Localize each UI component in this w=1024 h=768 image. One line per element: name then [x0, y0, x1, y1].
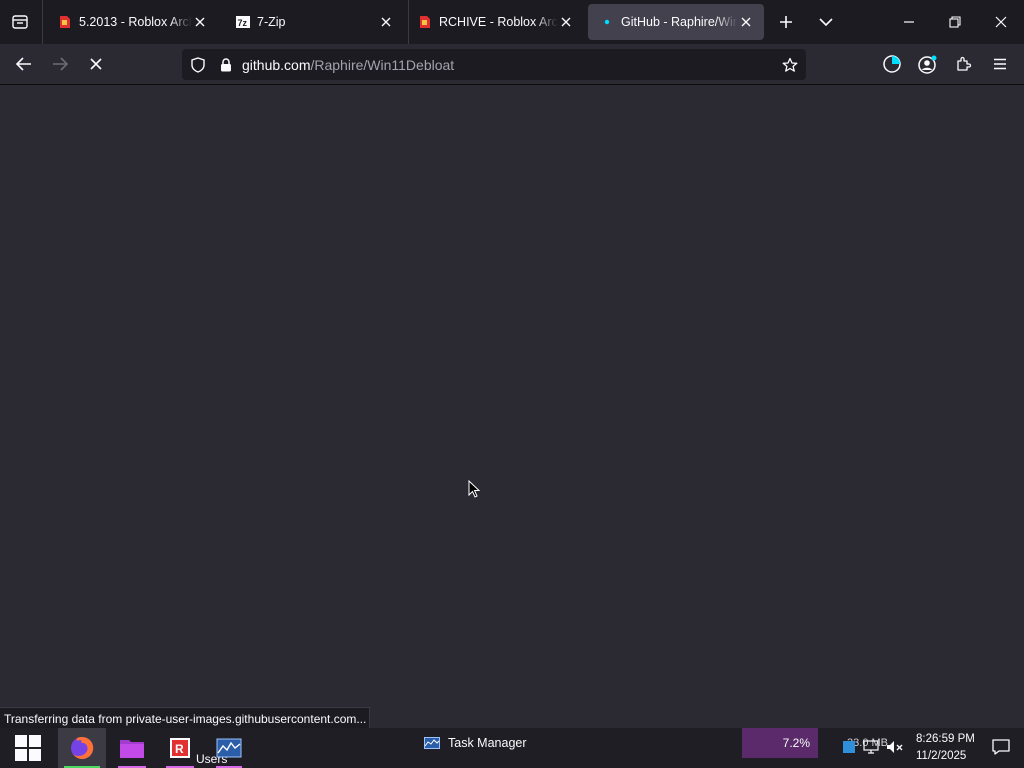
navigation-toolbar: github.com/Raphire/Win11Debloat: [0, 44, 1024, 85]
forward-button[interactable]: [44, 48, 76, 80]
system-clock[interactable]: 8:26:59 PM 11/2/2025: [912, 728, 992, 768]
arrow-left-icon: [16, 57, 31, 71]
taskbar-task-manager-button[interactable]: [210, 728, 248, 768]
svg-text:R: R: [175, 742, 184, 756]
taskbar-firefox-button[interactable]: [58, 728, 106, 768]
page-content-area[interactable]: [0, 86, 1024, 728]
cpu-usage-cell: 7.2%: [742, 728, 818, 758]
stop-icon: [90, 58, 102, 70]
url-host: github.com: [242, 56, 311, 73]
notification-center-button[interactable]: [990, 736, 1012, 758]
notification-icon: [992, 739, 1010, 755]
shield-icon[interactable]: [188, 55, 208, 75]
close-window-button[interactable]: [978, 0, 1024, 44]
roblox-icon: R: [170, 738, 190, 758]
chevron-down-icon: [819, 18, 833, 27]
hamburger-menu-icon: [994, 58, 1006, 70]
account-icon: [918, 55, 937, 74]
status-panel: Transferring data from private-user-imag…: [0, 707, 370, 729]
puzzle-piece-icon: [957, 56, 972, 71]
tab-strip: 5.2013 - Roblox Archive 7z 7-Zip RCHIVE …: [0, 0, 1024, 44]
bookmark-star-icon[interactable]: [780, 55, 800, 75]
close-tab-icon[interactable]: [558, 14, 574, 30]
restore-icon: [949, 16, 961, 28]
restore-button[interactable]: [932, 0, 978, 44]
tab-7zip[interactable]: 7z 7-Zip: [224, 4, 404, 40]
account-button[interactable]: [912, 48, 944, 80]
tab-rchive[interactable]: RCHIVE - Roblox Archive: [406, 4, 584, 40]
loading-dot-icon: [600, 15, 614, 29]
back-button[interactable]: [8, 48, 40, 80]
close-tab-icon[interactable]: [378, 14, 394, 30]
windows-icon: [15, 735, 41, 761]
folder-icon: [120, 740, 144, 758]
taskbar-file-explorer-button[interactable]: [112, 728, 152, 768]
privacy-badger-icon: [883, 55, 901, 73]
close-icon: [995, 16, 1007, 28]
privacy-extension-button[interactable]: [876, 48, 908, 80]
firefox-view-icon: [12, 15, 28, 29]
roblox-archive-icon: [58, 15, 72, 29]
tab-separator: [42, 0, 43, 44]
tab-title: GitHub - Raphire/Win11Debloat: [621, 15, 738, 29]
tray-app-icon[interactable]: [840, 738, 858, 756]
url-path: /Raphire/Win11Debloat: [310, 56, 455, 73]
firefox-view-button[interactable]: [4, 6, 36, 38]
minimize-icon: [904, 21, 914, 23]
task-manager-icon: [216, 738, 242, 758]
taskbar-roblox-button[interactable]: R: [160, 728, 200, 768]
stop-button[interactable]: [80, 48, 112, 80]
clock-time: 8:26:59 PM: [916, 733, 975, 745]
close-tab-icon[interactable]: [192, 14, 208, 30]
taskbar: R Users Task Manager 7.2% 33.0 MB 8:26:5…: [0, 728, 1024, 768]
clock-date: 11/2/2025: [916, 750, 967, 762]
tab-title: 7-Zip: [257, 15, 286, 29]
roblox-archive-icon: [418, 15, 432, 29]
extensions-button[interactable]: [948, 48, 980, 80]
tab-title: 5.2013 - Roblox Archive: [79, 15, 192, 29]
minimize-button[interactable]: [886, 0, 932, 44]
tab-roblox-archive-1[interactable]: 5.2013 - Roblox Archive: [46, 4, 218, 40]
new-tab-button[interactable]: [770, 6, 802, 38]
arrow-right-icon: [53, 57, 68, 71]
tab-github[interactable]: GitHub - Raphire/Win11Debloat: [588, 4, 764, 40]
url-text[interactable]: github.com/Raphire/Win11Debloat: [242, 57, 454, 73]
lock-icon[interactable]: [216, 55, 236, 75]
plus-icon: [780, 16, 792, 28]
list-all-tabs-button[interactable]: [810, 6, 842, 38]
task-manager-row[interactable]: Task Manager: [424, 728, 527, 758]
svg-text:7z: 7z: [238, 18, 248, 28]
app-menu-button[interactable]: [984, 48, 1016, 80]
start-button[interactable]: [8, 728, 48, 768]
firefox-icon: [71, 736, 94, 759]
tab-title: RCHIVE - Roblox Archive: [439, 15, 558, 29]
volume-muted-icon[interactable]: [886, 738, 904, 756]
close-tab-icon[interactable]: [738, 14, 754, 30]
7zip-icon: 7z: [236, 15, 250, 29]
mouse-cursor-icon: [468, 480, 480, 498]
url-bar[interactable]: github.com/Raphire/Win11Debloat: [182, 49, 806, 80]
network-icon[interactable]: [862, 738, 880, 756]
task-manager-label: Task Manager: [448, 736, 527, 750]
task-manager-icon: [424, 737, 440, 749]
